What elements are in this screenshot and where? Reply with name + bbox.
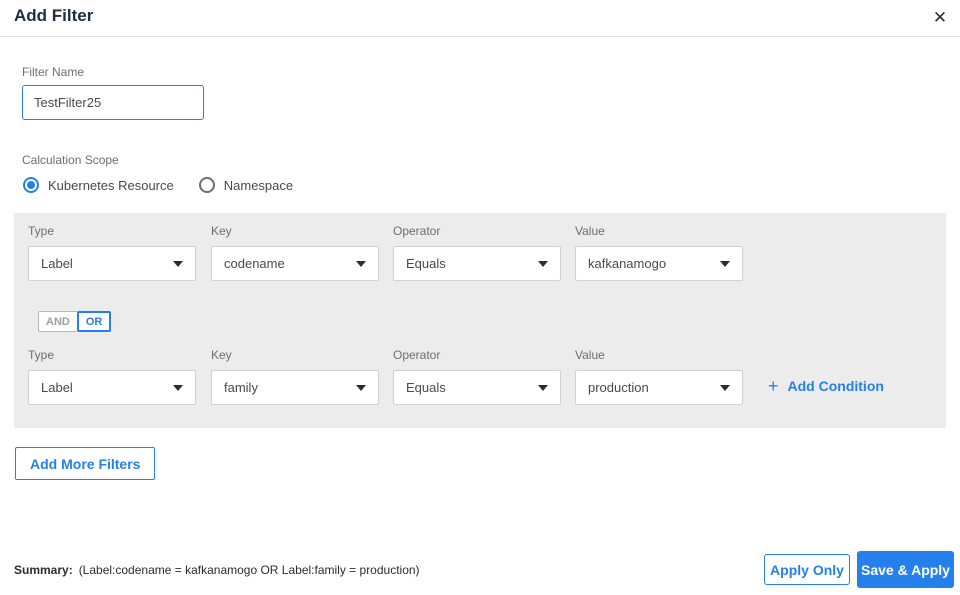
- value-select[interactable]: kafkanamogo: [575, 246, 743, 281]
- chevron-down-icon: [356, 384, 366, 391]
- condition-1-key-cell: Key codename: [211, 224, 379, 281]
- apply-only-button[interactable]: Apply Only: [764, 554, 850, 585]
- or-toggle-button[interactable]: OR: [76, 311, 112, 332]
- save-apply-button[interactable]: Save & Apply: [857, 551, 954, 588]
- key-label: Key: [211, 224, 232, 238]
- type-label: Type: [28, 224, 55, 238]
- condition-1-operator-cell: Operator Equals: [393, 224, 561, 281]
- key-select[interactable]: codename: [211, 246, 379, 281]
- and-or-toggle: AND OR: [38, 311, 112, 332]
- radio-label: Namespace: [223, 177, 294, 193]
- condition-2-key-cell: Key family: [211, 348, 379, 405]
- radio-namespace[interactable]: Namespace: [198, 177, 294, 193]
- plus-icon: +: [768, 376, 779, 396]
- condition-1-type-cell: Type Label: [28, 224, 196, 281]
- operator-select-value: Equals: [406, 380, 446, 395]
- value-select-value: kafkanamogo: [588, 256, 667, 271]
- chevron-down-icon: [720, 260, 730, 267]
- chevron-down-icon: [356, 260, 366, 267]
- value-label: Value: [575, 348, 605, 362]
- calculation-scope-label: Calculation Scope: [22, 153, 119, 167]
- operator-label: Operator: [393, 348, 441, 362]
- dialog-title: Add Filter: [14, 6, 94, 25]
- key-select-value: codename: [224, 256, 285, 271]
- type-label: Type: [28, 348, 55, 362]
- chevron-down-icon: [538, 260, 548, 267]
- value-select[interactable]: production: [575, 370, 743, 405]
- operator-select[interactable]: Equals: [393, 370, 561, 405]
- type-select[interactable]: Label: [28, 246, 196, 281]
- close-icon[interactable]: ✕: [928, 6, 952, 30]
- key-select[interactable]: family: [211, 370, 379, 405]
- condition-2-operator-cell: Operator Equals: [393, 348, 561, 405]
- operator-select[interactable]: Equals: [393, 246, 561, 281]
- chevron-down-icon: [173, 384, 183, 391]
- header-divider: [0, 36, 960, 37]
- operator-select-value: Equals: [406, 256, 446, 271]
- condition-1-value-cell: Value kafkanamogo: [575, 224, 743, 281]
- filter-name-label: Filter Name: [22, 65, 85, 79]
- radio-unselected-icon: [198, 177, 215, 193]
- summary: Summary: (Label:codename = kafkanamogo OR…: [14, 563, 420, 577]
- chevron-down-icon: [720, 384, 730, 391]
- type-select-value: Label: [41, 380, 73, 395]
- key-select-value: family: [224, 380, 258, 395]
- radio-label: Kubernetes Resource: [48, 177, 174, 193]
- condition-2-type-cell: Type Label: [28, 348, 196, 405]
- chevron-down-icon: [538, 384, 548, 391]
- add-filter-dialog: Add Filter ✕ Filter Name Calculation Sco…: [0, 0, 960, 595]
- calculation-scope-options: Kubernetes Resource Namespace: [23, 177, 293, 193]
- radio-selected-icon: [23, 177, 39, 193]
- filter-name-input[interactable]: [22, 85, 204, 120]
- key-label: Key: [211, 348, 232, 362]
- operator-label: Operator: [393, 224, 441, 238]
- type-select-value: Label: [41, 256, 73, 271]
- and-toggle-button[interactable]: AND: [38, 311, 77, 332]
- value-label: Value: [575, 224, 605, 238]
- chevron-down-icon: [173, 260, 183, 267]
- add-more-filters-button[interactable]: Add More Filters: [15, 447, 156, 480]
- value-select-value: production: [588, 380, 649, 395]
- condition-2-value-cell: Value production: [575, 348, 743, 405]
- summary-label: Summary:: [14, 563, 73, 577]
- radio-kubernetes-resource[interactable]: Kubernetes Resource: [23, 177, 174, 193]
- summary-text: (Label:codename = kafkanamogo OR Label:f…: [78, 563, 420, 577]
- conditions-panel: Type Label Key codename Operator Equals: [14, 213, 946, 428]
- type-select[interactable]: Label: [28, 370, 196, 405]
- add-condition-label: Add Condition: [787, 378, 884, 394]
- add-condition-button[interactable]: + Add Condition: [768, 377, 884, 395]
